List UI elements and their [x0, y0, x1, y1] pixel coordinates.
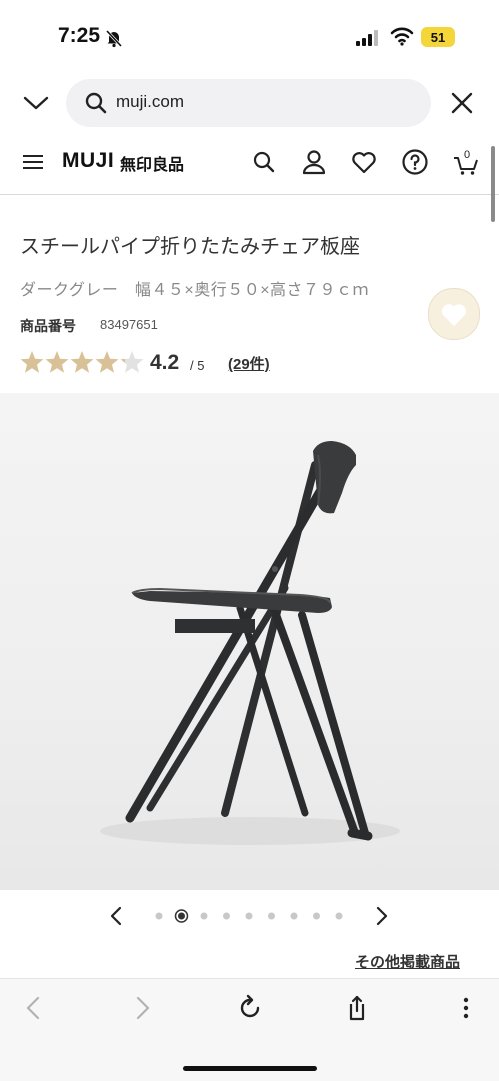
menu-icon[interactable] [22, 153, 44, 171]
share-icon[interactable] [343, 994, 371, 1022]
signal-icon [356, 30, 378, 46]
carousel-dot[interactable] [290, 912, 298, 920]
wifi-icon [390, 27, 414, 46]
rating-max: / 5 [190, 358, 205, 373]
cart-count: 0 [464, 149, 470, 161]
carousel-dot-active-core [178, 912, 185, 920]
scrollbar-thumb[interactable] [491, 146, 495, 222]
silent-bell-icon [105, 29, 123, 48]
battery-indicator: 51 [421, 27, 455, 47]
heart-icon[interactable] [350, 148, 378, 176]
star-icon [120, 351, 144, 373]
search-icon [85, 92, 107, 114]
cart-icon[interactable]: 0 [452, 148, 480, 176]
rating-stars [20, 351, 144, 373]
chair-illustration [100, 441, 400, 845]
heart-icon [442, 304, 466, 326]
product-title: スチールパイプ折りたたみチェア板座 [20, 236, 360, 258]
carousel-dot[interactable] [223, 912, 230, 920]
carousel-dots[interactable] [150, 907, 350, 925]
forward-icon[interactable] [128, 994, 156, 1022]
carousel-dot[interactable] [313, 912, 320, 920]
carousel-dot[interactable] [200, 912, 208, 920]
product-subtitle: ダークグレー 幅４５×奥行５０×高さ７９ｃｍ [20, 282, 370, 299]
review-count-link[interactable]: (29件) [228, 353, 270, 374]
carousel-dot[interactable] [155, 912, 163, 920]
other-products-link[interactable]: その他掲載商品 [355, 951, 460, 972]
carousel-prev-icon[interactable] [108, 905, 124, 927]
product-number: 83497651 [100, 317, 158, 332]
rating-value: 4.2 [150, 351, 180, 374]
reload-icon[interactable] [236, 994, 264, 1022]
back-icon[interactable] [20, 994, 48, 1022]
url-text[interactable]: muji.com [116, 92, 184, 112]
chevron-down-icon[interactable] [22, 92, 50, 114]
star-icon [20, 351, 44, 373]
user-icon[interactable] [300, 148, 328, 176]
star-icon [45, 351, 69, 373]
carousel-next-icon[interactable] [374, 905, 390, 927]
home-indicator [183, 1066, 317, 1071]
close-icon[interactable] [449, 90, 475, 116]
help-icon[interactable] [401, 148, 429, 176]
carousel-dot[interactable] [268, 912, 275, 920]
more-icon[interactable] [452, 994, 480, 1022]
product-number-label: 商品番号 [20, 318, 76, 334]
star-icon [95, 351, 119, 373]
carousel-dot[interactable] [335, 912, 343, 920]
muji-logo-jp[interactable]: 無印良品 [120, 151, 184, 175]
star-icon [70, 351, 94, 373]
product-image[interactable] [0, 393, 499, 890]
muji-logo[interactable]: MUJI [62, 149, 114, 173]
carousel-dot[interactable] [245, 912, 253, 920]
status-time: 7:25 [58, 24, 101, 47]
favorite-button[interactable] [428, 288, 480, 340]
search-icon[interactable] [250, 148, 278, 176]
